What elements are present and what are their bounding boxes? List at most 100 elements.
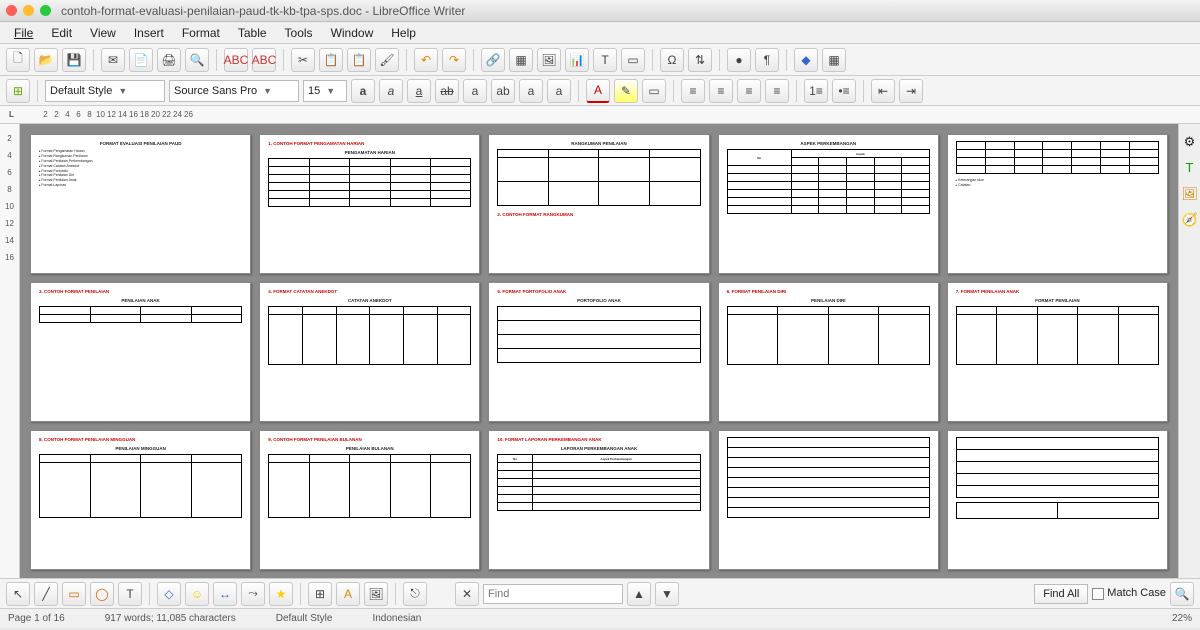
align-left-button[interactable]: ≡ — [681, 79, 705, 103]
align-justify-button[interactable]: ≡ — [765, 79, 789, 103]
bold-button[interactable]: a — [351, 79, 375, 103]
copy-button[interactable]: 📋 — [319, 48, 343, 72]
menu-insert[interactable]: Insert — [126, 24, 172, 42]
find-all-button[interactable]: Find All — [1034, 584, 1088, 604]
shape-arrow[interactable]: ↔ — [213, 582, 237, 606]
status-page[interactable]: Page 1 of 16 — [8, 613, 65, 624]
align-center-button[interactable]: ≡ — [709, 79, 733, 103]
find-prev-button[interactable]: ▲ — [627, 582, 651, 606]
status-words[interactable]: 917 words; 11,085 characters — [105, 613, 236, 624]
menu-file[interactable]: File — [6, 24, 41, 42]
page-thumb[interactable]: 9. CONTOH FORMAT PENILAIAN BULANAN PENIL… — [259, 430, 480, 570]
page-thumb[interactable] — [718, 430, 939, 570]
from-file-tool[interactable]: 🖼 — [364, 582, 388, 606]
strike-button[interactable]: ab — [435, 79, 459, 103]
fontwork-tool[interactable]: A — [336, 582, 360, 606]
line-tool[interactable]: ╱ — [34, 582, 58, 606]
close-find-icon[interactable]: ✕ — [455, 582, 479, 606]
gallery-icon[interactable]: 🖼 — [1182, 186, 1198, 202]
sort-button[interactable]: ⇅ — [688, 48, 712, 72]
a1-button[interactable]: a — [519, 79, 543, 103]
textbox-tool[interactable]: T — [118, 582, 142, 606]
autocheck-icon[interactable]: ABC — [252, 48, 276, 72]
preview-button[interactable]: 🔍 — [185, 48, 209, 72]
undo-button[interactable]: ↶ — [414, 48, 438, 72]
page-thumb[interactable]: 10. FORMAT LAPORAN PERKEMBANGAN ANAK LAP… — [488, 430, 709, 570]
bullet-list-button[interactable]: •≡ — [832, 79, 856, 103]
navigator-icon[interactable]: 🧭 — [1182, 212, 1198, 228]
status-lang[interactable]: Indonesian — [372, 613, 421, 624]
menu-table[interactable]: Table — [230, 24, 275, 42]
navigator-button[interactable]: ⊞ — [6, 79, 30, 103]
vertical-ruler[interactable]: 246810121416 — [0, 124, 20, 578]
page-thumb[interactable]: 3. CONTOH FORMAT PENILAIAN PENILAIAN ANA… — [30, 282, 251, 422]
menu-view[interactable]: View — [82, 24, 124, 42]
menu-edit[interactable]: Edit — [43, 24, 80, 42]
star-tool[interactable]: ★ — [269, 582, 293, 606]
menu-format[interactable]: Format — [174, 24, 228, 42]
paragraph-style-combo[interactable]: Default Style▼ — [45, 80, 165, 102]
horizontal-ruler[interactable]: L 22468101214161820222426 — [0, 106, 1200, 124]
mail-button[interactable]: ✉ — [101, 48, 125, 72]
record-button[interactable]: ● — [727, 48, 751, 72]
italic-button[interactable]: a — [379, 79, 403, 103]
bg-color-button[interactable]: ▭ — [642, 79, 666, 103]
paste-button[interactable]: 📋 — [347, 48, 371, 72]
grid-button[interactable]: ▦ — [822, 48, 846, 72]
decrease-indent-button[interactable]: ⇤ — [871, 79, 895, 103]
page-thumb[interactable]: FORMAT EVALUASI PENILAIAN PAUD Format Pe… — [30, 134, 251, 274]
pdf-button[interactable]: 📄 — [129, 48, 153, 72]
insert-frame-button[interactable]: ▭ — [621, 48, 645, 72]
insert-text-button[interactable]: T — [593, 48, 617, 72]
properties-icon[interactable]: ⚙ — [1182, 134, 1198, 150]
page-thumb[interactable] — [947, 430, 1168, 570]
open-button[interactable]: 📂 — [34, 48, 58, 72]
crop-tool[interactable]: ⊞ — [308, 582, 332, 606]
hyperlink-button[interactable]: 🔗 — [481, 48, 505, 72]
subscript-button[interactable]: ab — [491, 79, 515, 103]
menu-window[interactable]: Window — [323, 24, 382, 42]
page-thumb[interactable]: 6. FORMAT PENILAIAN DIRI PENILAIAN DIRI — [718, 282, 939, 422]
superscript-button[interactable]: a — [463, 79, 487, 103]
page-thumb[interactable]: 5. FORMAT PORTOFOLIO ANAK PORTOFOLIO ANA… — [488, 282, 709, 422]
page-thumb[interactable]: Keterangan skorCatatan — [947, 134, 1168, 274]
shape-diamond[interactable]: ◇ — [157, 582, 181, 606]
shape-smiley[interactable]: ☺ — [185, 582, 209, 606]
nonprinting-button[interactable]: ¶ — [755, 48, 779, 72]
styles-icon[interactable]: T — [1182, 160, 1198, 176]
insert-image-button[interactable]: 🖼 — [537, 48, 561, 72]
underline-button[interactable]: a — [407, 79, 431, 103]
extrusion-tool[interactable]: ⎋ — [403, 582, 427, 606]
document-canvas[interactable]: FORMAT EVALUASI PENILAIAN PAUD Format Pe… — [20, 124, 1178, 578]
close-icon[interactable] — [6, 5, 17, 16]
menu-help[interactable]: Help — [383, 24, 424, 42]
minimize-icon[interactable] — [23, 5, 34, 16]
match-case-checkbox[interactable] — [1092, 588, 1104, 600]
maximize-icon[interactable] — [40, 5, 51, 16]
insert-table-button[interactable]: ▦ — [509, 48, 533, 72]
font-size-combo[interactable]: 15▼ — [303, 80, 347, 102]
format-paint-button[interactable]: 🖌 — [375, 48, 399, 72]
a2-button[interactable]: a — [547, 79, 571, 103]
highlight-button[interactable]: ✎ — [614, 79, 638, 103]
status-style[interactable]: Default Style — [276, 613, 333, 624]
spellcheck-icon[interactable]: ABC — [224, 48, 248, 72]
connector-tool[interactable]: ⤳ — [241, 582, 265, 606]
font-color-button[interactable]: A — [586, 79, 610, 103]
find-next-button[interactable]: ▼ — [655, 582, 679, 606]
match-case-label[interactable]: Match Case — [1092, 587, 1166, 599]
special-char-button[interactable]: Ω — [660, 48, 684, 72]
align-right-button[interactable]: ≡ — [737, 79, 761, 103]
page-thumb[interactable]: ASPEK PERKEMBANGAN NoAspek — [718, 134, 939, 274]
font-name-combo[interactable]: Source Sans Pro▼ — [169, 80, 299, 102]
increase-indent-button[interactable]: ⇥ — [899, 79, 923, 103]
numbered-list-button[interactable]: 1≡ — [804, 79, 828, 103]
cut-button[interactable]: ✂ — [291, 48, 315, 72]
redo-button[interactable]: ↷ — [442, 48, 466, 72]
ellipse-tool[interactable]: ◯ — [90, 582, 114, 606]
page-thumb[interactable]: 7. FORMAT PENILAIAN ANAK FORMAT PENILAIA… — [947, 282, 1168, 422]
insert-chart-button[interactable]: 📊 — [565, 48, 589, 72]
print-button[interactable]: 🖨 — [157, 48, 181, 72]
find-input[interactable] — [483, 584, 623, 604]
new-doc-button[interactable]: 🗋 — [6, 48, 30, 72]
